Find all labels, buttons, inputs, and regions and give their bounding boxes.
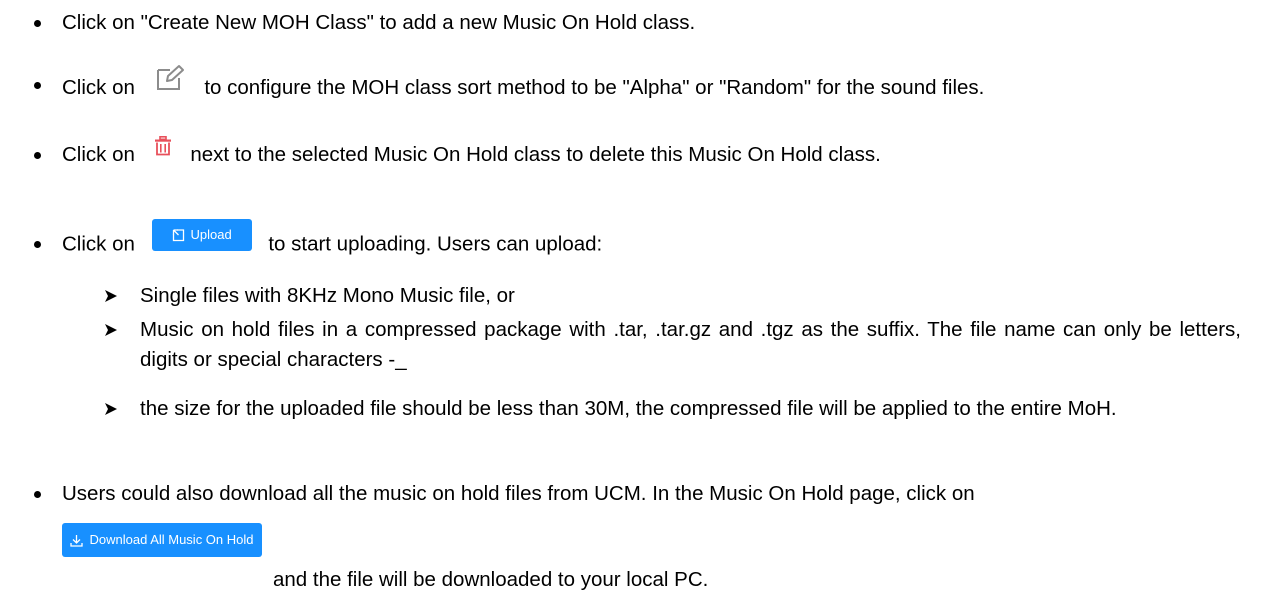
bullet-text-pre: Click on [62,143,135,166]
bullet-dot [34,241,41,248]
arrow-bullet-icon [105,290,117,302]
bullet-create-class: Click on "Create New MOH Class" to add a… [0,8,1271,38]
bullet-text-post: and the file will be downloaded to your … [273,568,709,591]
bullet-dot [34,20,41,27]
bullet-text: Click on "Create New MOH Class" to add a… [62,11,696,34]
sub-item-single-files: Single files with 8KHz Mono Music file, … [0,281,1271,311]
edit-icon [155,64,185,101]
arrow-bullet-icon [105,324,117,336]
bullet-text-post: to configure the MOH class sort method t… [204,75,985,99]
arrow-bullet-icon [105,403,117,415]
bullet-text-pre: Click on [62,232,135,256]
sub-item-text: the size for the uploaded file should be… [140,397,1117,420]
trash-icon [154,135,171,165]
bullet-dot [34,82,41,89]
bullet-edit-sort: Click on to configure the MOH class sort… [0,65,1271,100]
bullet-text-post: to start uploading. Users can upload: [268,232,603,256]
download-icon [70,535,84,547]
download-all-button[interactable]: Download All Music On Hold [62,523,262,557]
upload-button[interactable]: Upload [151,219,252,251]
bullet-text-post: next to the selected Music On Hold class… [190,143,881,166]
sub-item-text: Music on hold files in a compressed pack… [140,318,1241,371]
download-button-label: Download All Music On Hold [89,532,254,547]
bullet-text: Click on Upload to start uploading. User… [62,219,603,261]
bullet-text: Users could also download all the music … [62,482,975,505]
sub-item-text: Single files with 8KHz Mono Music file, … [140,284,515,307]
upload-icon [172,229,184,242]
bullet-dot [34,152,41,159]
bullet-text: Click on to configure the MOH class sort… [62,65,985,107]
upload-button-label: Upload [190,227,232,242]
bullet-download: Users could also download all the music … [0,479,1271,509]
bullet-delete-class: Click on next to the selected Music On H… [0,135,1271,171]
document: Click on "Create New MOH Class" to add a… [0,0,1271,609]
sub-item-compressed: Music on hold files in a compressed pack… [0,315,1271,375]
bullet-text: Click on next to the selected Music On H… [62,135,881,171]
sub-item-size-limit: the size for the uploaded file should be… [0,394,1271,454]
bullet-upload: Click on Upload to start uploading. User… [0,219,1271,261]
bullet-dot [34,491,41,498]
bullet-text-pre: Click on [62,75,135,99]
